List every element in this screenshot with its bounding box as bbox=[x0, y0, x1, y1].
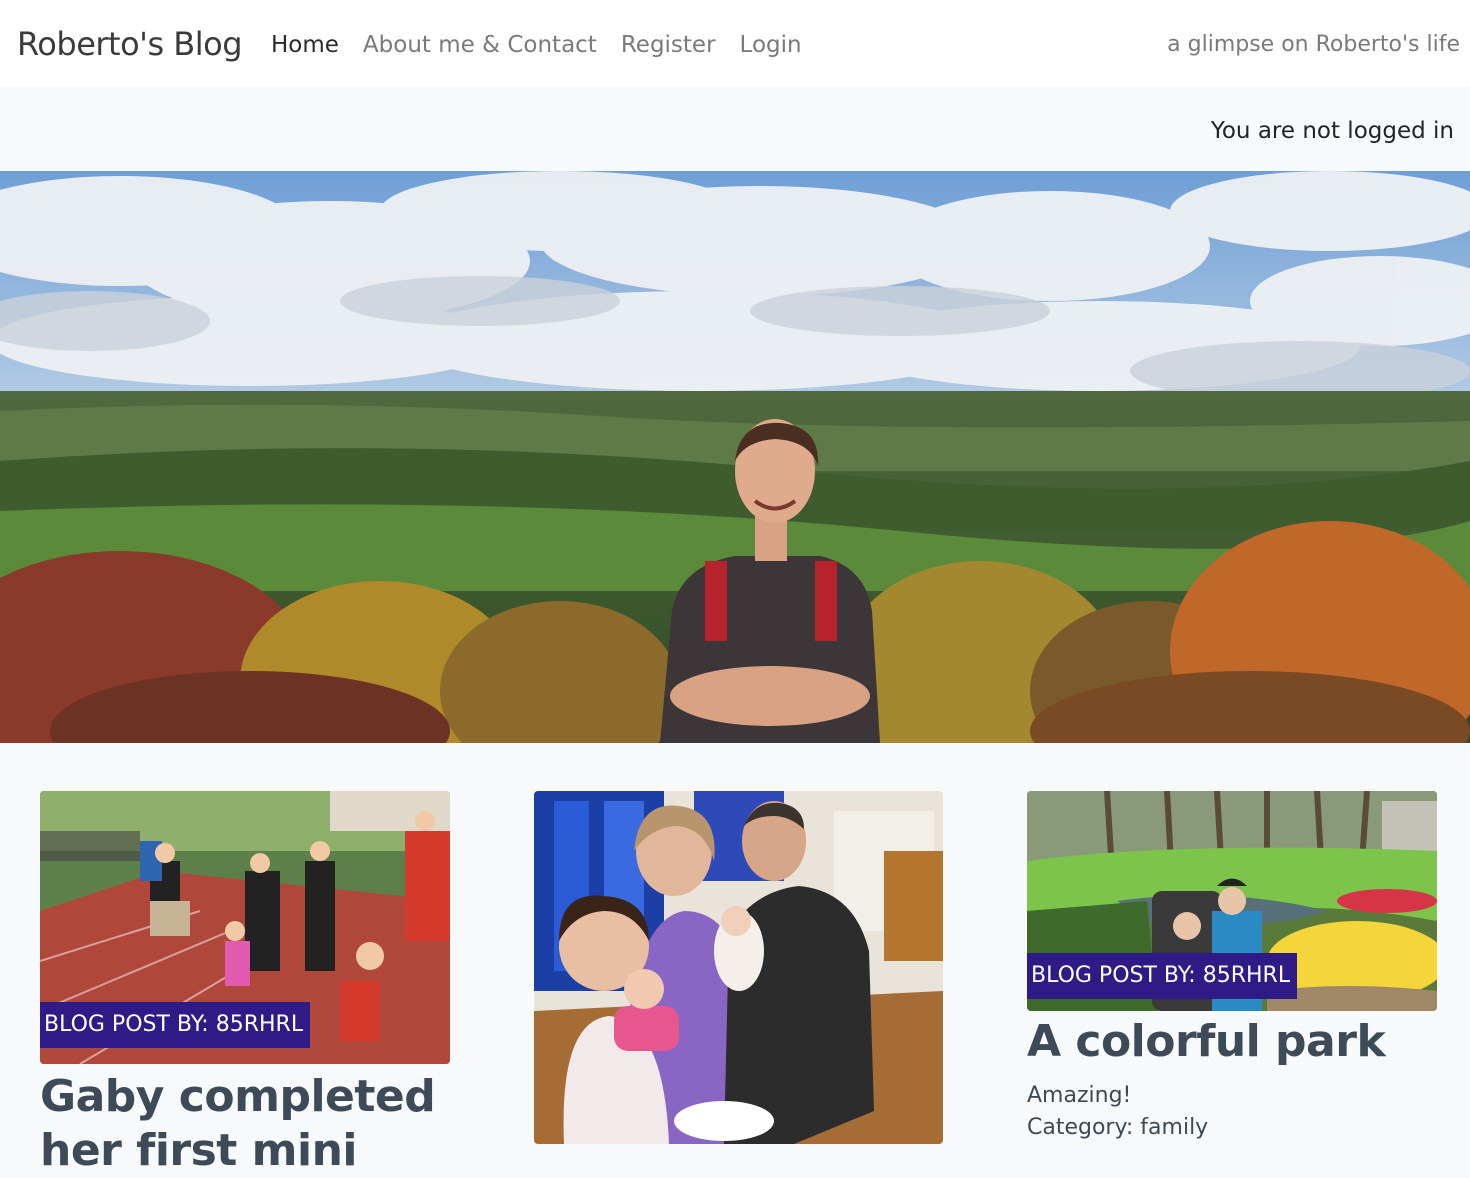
hero-image bbox=[0, 171, 1470, 743]
landscape-photo-icon bbox=[0, 171, 1470, 743]
post-category: Category: family bbox=[1027, 1115, 1209, 1140]
post-title[interactable]: Gaby completed her first mini bbox=[40, 1070, 450, 1178]
family-photo-icon bbox=[534, 791, 943, 1144]
nav-register[interactable]: Register bbox=[621, 30, 716, 60]
brand-link[interactable]: Roberto's Blog bbox=[17, 22, 243, 66]
post-card[interactable]: BLOG POST BY: 85RHRL Gaby completed her … bbox=[40, 791, 450, 1178]
nav-login[interactable]: Login bbox=[740, 30, 802, 60]
post-summary: Amazing! bbox=[1027, 1083, 1132, 1108]
tagline: a glimpse on Roberto's life bbox=[1167, 32, 1460, 57]
nav-about[interactable]: About me & Contact bbox=[363, 30, 597, 60]
post-image[interactable]: BLOG POST BY: 85RHRL bbox=[40, 791, 450, 1064]
navbar: Roberto's Blog Home About me & Contact R… bbox=[0, 0, 1470, 87]
author-badge: BLOG POST BY: 85RHRL bbox=[40, 1002, 311, 1048]
login-status: You are not logged in bbox=[1210, 118, 1454, 144]
post-image[interactable] bbox=[534, 791, 943, 1144]
post-title[interactable]: A colorful park bbox=[1027, 1015, 1437, 1069]
post-image[interactable]: BLOG POST BY: 85RHRL bbox=[1027, 791, 1437, 1011]
nav-links: Home About me & Contact Register Login bbox=[271, 30, 826, 60]
post-card[interactable]: BLOG POST BY: 85RHRL A colorful park Ama… bbox=[1027, 791, 1437, 1144]
post-card[interactable] bbox=[534, 791, 944, 1144]
author-badge: BLOG POST BY: 85RHRL bbox=[1027, 953, 1298, 999]
nav-home[interactable]: Home bbox=[271, 30, 339, 60]
